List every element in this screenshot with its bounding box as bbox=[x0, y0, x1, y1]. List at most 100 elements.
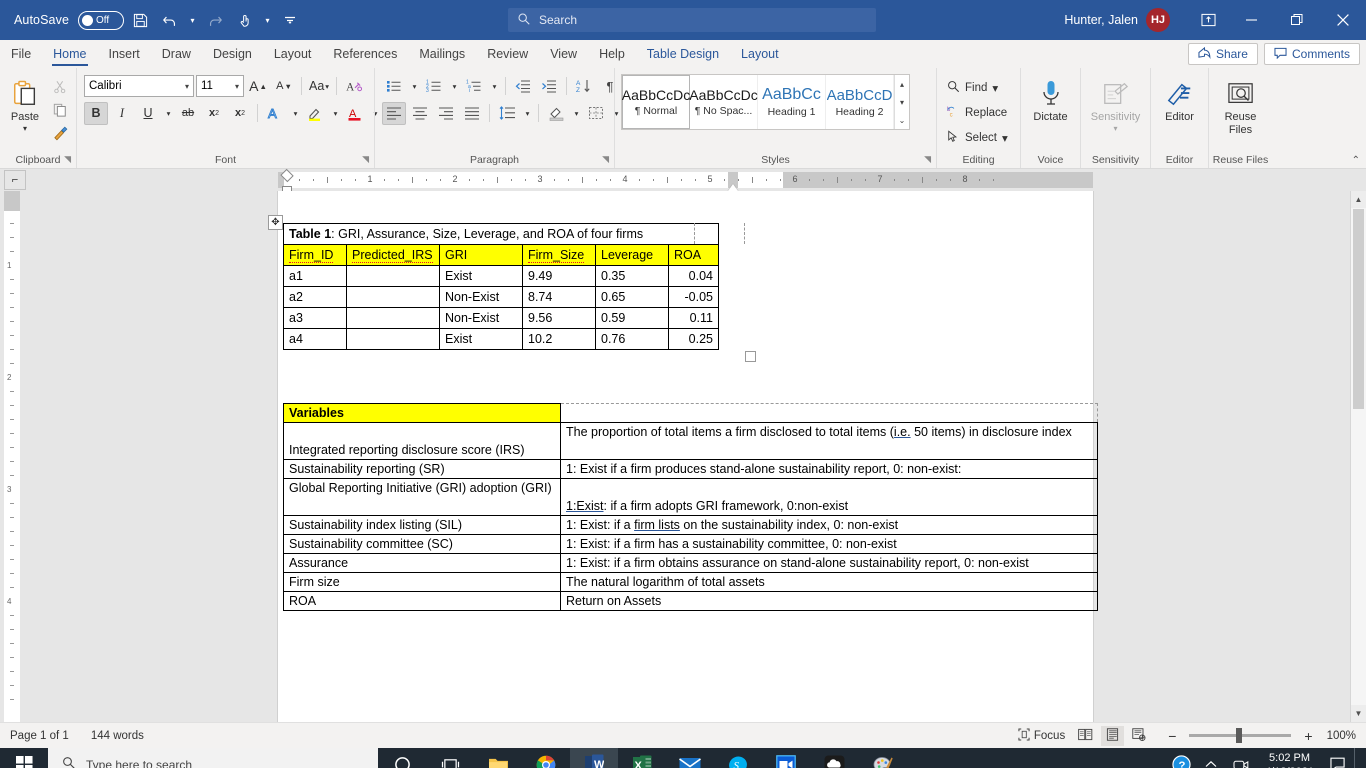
left-tab-stop-icon[interactable]: ⌐ bbox=[4, 170, 26, 190]
table-row[interactable]: Sustainability committee (SC) 1: Exist: … bbox=[283, 534, 1098, 554]
font-size-combo[interactable]: 11 ▾ bbox=[196, 75, 244, 97]
dialog-launcher-icon[interactable]: ◥ bbox=[924, 152, 931, 167]
dialog-launcher-icon[interactable]: ◥ bbox=[602, 152, 609, 167]
paste-button[interactable]: Paste ▾ bbox=[3, 74, 47, 133]
change-case-button[interactable]: Aa ▾ bbox=[307, 75, 331, 98]
file-explorer-icon[interactable] bbox=[474, 748, 522, 768]
tab-design[interactable]: Design bbox=[202, 40, 263, 68]
line-spacing-icon[interactable] bbox=[495, 102, 519, 125]
restore-icon[interactable] bbox=[1274, 0, 1320, 40]
taskbar-search[interactable]: Type here to search bbox=[48, 748, 378, 768]
table1[interactable]: Table 1: GRI, Assurance, Size, Leverage,… bbox=[283, 223, 719, 350]
table-row[interactable]: a1 Exist 9.49 0.35 0.04 bbox=[283, 265, 719, 287]
table-row[interactable]: Integrated reporting disclosure score (I… bbox=[283, 422, 1098, 460]
scroll-up-icon[interactable]: ▲ bbox=[1351, 191, 1366, 208]
dialog-launcher-icon[interactable]: ◥ bbox=[64, 152, 71, 167]
increase-indent-icon[interactable] bbox=[537, 75, 561, 98]
tab-review[interactable]: Review bbox=[476, 40, 539, 68]
text-effects-dropdown-icon[interactable]: ▾ bbox=[289, 102, 301, 125]
dictate-button[interactable]: Dictate bbox=[1025, 74, 1077, 124]
taskbar-clock[interactable]: 5:02 PM 4/18/2021 bbox=[1257, 751, 1322, 768]
undo-icon[interactable] bbox=[156, 6, 184, 34]
tab-view[interactable]: View bbox=[539, 40, 588, 68]
page-number-status[interactable]: Page 1 of 1 bbox=[10, 730, 69, 742]
web-layout-button[interactable] bbox=[1127, 726, 1151, 746]
underline-button[interactable]: U bbox=[136, 102, 160, 125]
share-button[interactable]: Share bbox=[1187, 43, 1258, 65]
justify-icon[interactable] bbox=[460, 102, 484, 125]
horizontal-ruler[interactable]: 1 2 3 4 5 6 7 8 bbox=[278, 168, 1093, 194]
mail-icon[interactable] bbox=[666, 748, 714, 768]
replace-button[interactable]: bc Replace bbox=[944, 101, 1011, 124]
object-anchor-handle[interactable] bbox=[745, 351, 756, 362]
scroll-down-icon[interactable]: ▼ bbox=[1351, 705, 1366, 722]
vertical-ruler[interactable]: 1 2 3 4 bbox=[4, 191, 20, 722]
zoom-icon[interactable] bbox=[762, 748, 810, 768]
font-name-combo[interactable]: Calibri ▾ bbox=[84, 75, 194, 97]
editor-button[interactable]: Editor bbox=[1154, 74, 1205, 124]
copy-icon[interactable] bbox=[47, 99, 73, 121]
table-row[interactable]: Firm size The natural logarithm of total… bbox=[283, 572, 1098, 592]
style-normal[interactable]: AaBbCcDc ¶ Normal bbox=[622, 75, 690, 129]
word-count-status[interactable]: 144 words bbox=[91, 730, 144, 742]
find-button[interactable]: Find ▾ bbox=[944, 76, 1011, 99]
grow-font-icon[interactable]: A ▲ bbox=[246, 75, 270, 98]
table-row[interactable]: Assurance 1: Exist: if a firm obtains as… bbox=[283, 553, 1098, 573]
search-box[interactable]: Search bbox=[508, 8, 876, 32]
scrollbar-thumb[interactable] bbox=[1353, 209, 1364, 409]
style-no-spacing[interactable]: AaBbCcDc ¶ No Spac... bbox=[689, 75, 758, 129]
cut-scissors-icon[interactable] bbox=[47, 76, 73, 98]
microsoft-excel-icon[interactable]: X bbox=[618, 748, 666, 768]
shrink-font-icon[interactable]: A ▼ bbox=[272, 75, 296, 98]
table2-variables[interactable]: Variables Integrated reporting disclosur… bbox=[283, 403, 1098, 611]
minimize-icon[interactable] bbox=[1228, 0, 1274, 40]
windows-start-icon[interactable] bbox=[0, 748, 48, 768]
scroll-down-icon[interactable]: ▾ bbox=[895, 93, 909, 111]
highlight-dropdown-icon[interactable]: ▾ bbox=[329, 102, 341, 125]
borders-icon[interactable] bbox=[584, 102, 608, 125]
multilevel-list-icon[interactable]: 1ai bbox=[462, 75, 486, 98]
zoom-slider[interactable] bbox=[1189, 728, 1292, 743]
chevron-down-icon[interactable]: ▾ bbox=[23, 124, 27, 133]
table-row[interactable]: Sustainability reporting (SR) 1: Exist i… bbox=[283, 459, 1098, 479]
select-button[interactable]: Select ▾ bbox=[944, 126, 1011, 149]
align-left-icon[interactable] bbox=[382, 101, 406, 125]
bold-button[interactable]: B bbox=[84, 101, 108, 125]
clear-formatting-icon[interactable]: A bbox=[342, 75, 366, 98]
customize-quick-access-icon[interactable] bbox=[276, 6, 304, 34]
font-color-icon[interactable]: A bbox=[343, 102, 367, 125]
text-effects-icon[interactable]: A bbox=[263, 102, 287, 125]
multilevel-dropdown-icon[interactable]: ▾ bbox=[488, 75, 500, 98]
chevron-down-icon[interactable]: ▾ bbox=[1002, 131, 1008, 145]
tab-home[interactable]: Home bbox=[42, 40, 97, 68]
chevron-down-icon[interactable]: ▾ bbox=[992, 81, 998, 95]
close-icon[interactable] bbox=[1320, 0, 1366, 40]
bullet-dropdown-icon[interactable]: ▾ bbox=[408, 75, 420, 98]
read-mode-button[interactable] bbox=[1073, 726, 1098, 746]
tab-layout[interactable]: Layout bbox=[263, 40, 323, 68]
autosave-toggle[interactable]: Off bbox=[78, 10, 125, 30]
undo-dropdown-icon[interactable]: ▾ bbox=[186, 6, 199, 34]
shading-dropdown-icon[interactable]: ▾ bbox=[570, 102, 582, 125]
numbered-list-icon[interactable]: 123 bbox=[422, 75, 446, 98]
focus-mode-button[interactable]: Focus bbox=[1013, 726, 1070, 746]
tab-table-design[interactable]: Table Design bbox=[636, 40, 730, 68]
ribbon-display-options-icon[interactable] bbox=[1188, 0, 1228, 40]
onedrive-cloud-icon[interactable] bbox=[810, 748, 858, 768]
touch-mode-icon[interactable] bbox=[231, 6, 259, 34]
zoom-slider-thumb[interactable] bbox=[1236, 728, 1243, 743]
shading-icon[interactable] bbox=[544, 102, 568, 125]
reuse-files-button[interactable]: Reuse Files bbox=[1215, 74, 1267, 136]
google-chrome-icon[interactable] bbox=[522, 748, 570, 768]
hanging-indent-marker[interactable] bbox=[728, 184, 738, 191]
align-center-icon[interactable] bbox=[408, 102, 432, 125]
table-row[interactable]: Global Reporting Initiative (GRI) adopti… bbox=[283, 478, 1098, 516]
zoom-in-button[interactable]: + bbox=[1301, 728, 1315, 744]
table-row[interactable]: a4 Exist 10.2 0.76 0.25 bbox=[283, 328, 719, 350]
format-painter-icon[interactable] bbox=[47, 122, 73, 144]
table-move-handle-icon[interactable]: ✥ bbox=[268, 215, 283, 230]
document-page[interactable]: ✥ Table 1: GRI, Assurance, Size, Leverag… bbox=[268, 191, 1098, 722]
style-heading-2[interactable]: AaBbCcD Heading 2 bbox=[826, 75, 894, 129]
show-hidden-icons-chevron[interactable] bbox=[1197, 748, 1225, 768]
style-heading-1[interactable]: AaBbCс Heading 1 bbox=[758, 75, 826, 129]
